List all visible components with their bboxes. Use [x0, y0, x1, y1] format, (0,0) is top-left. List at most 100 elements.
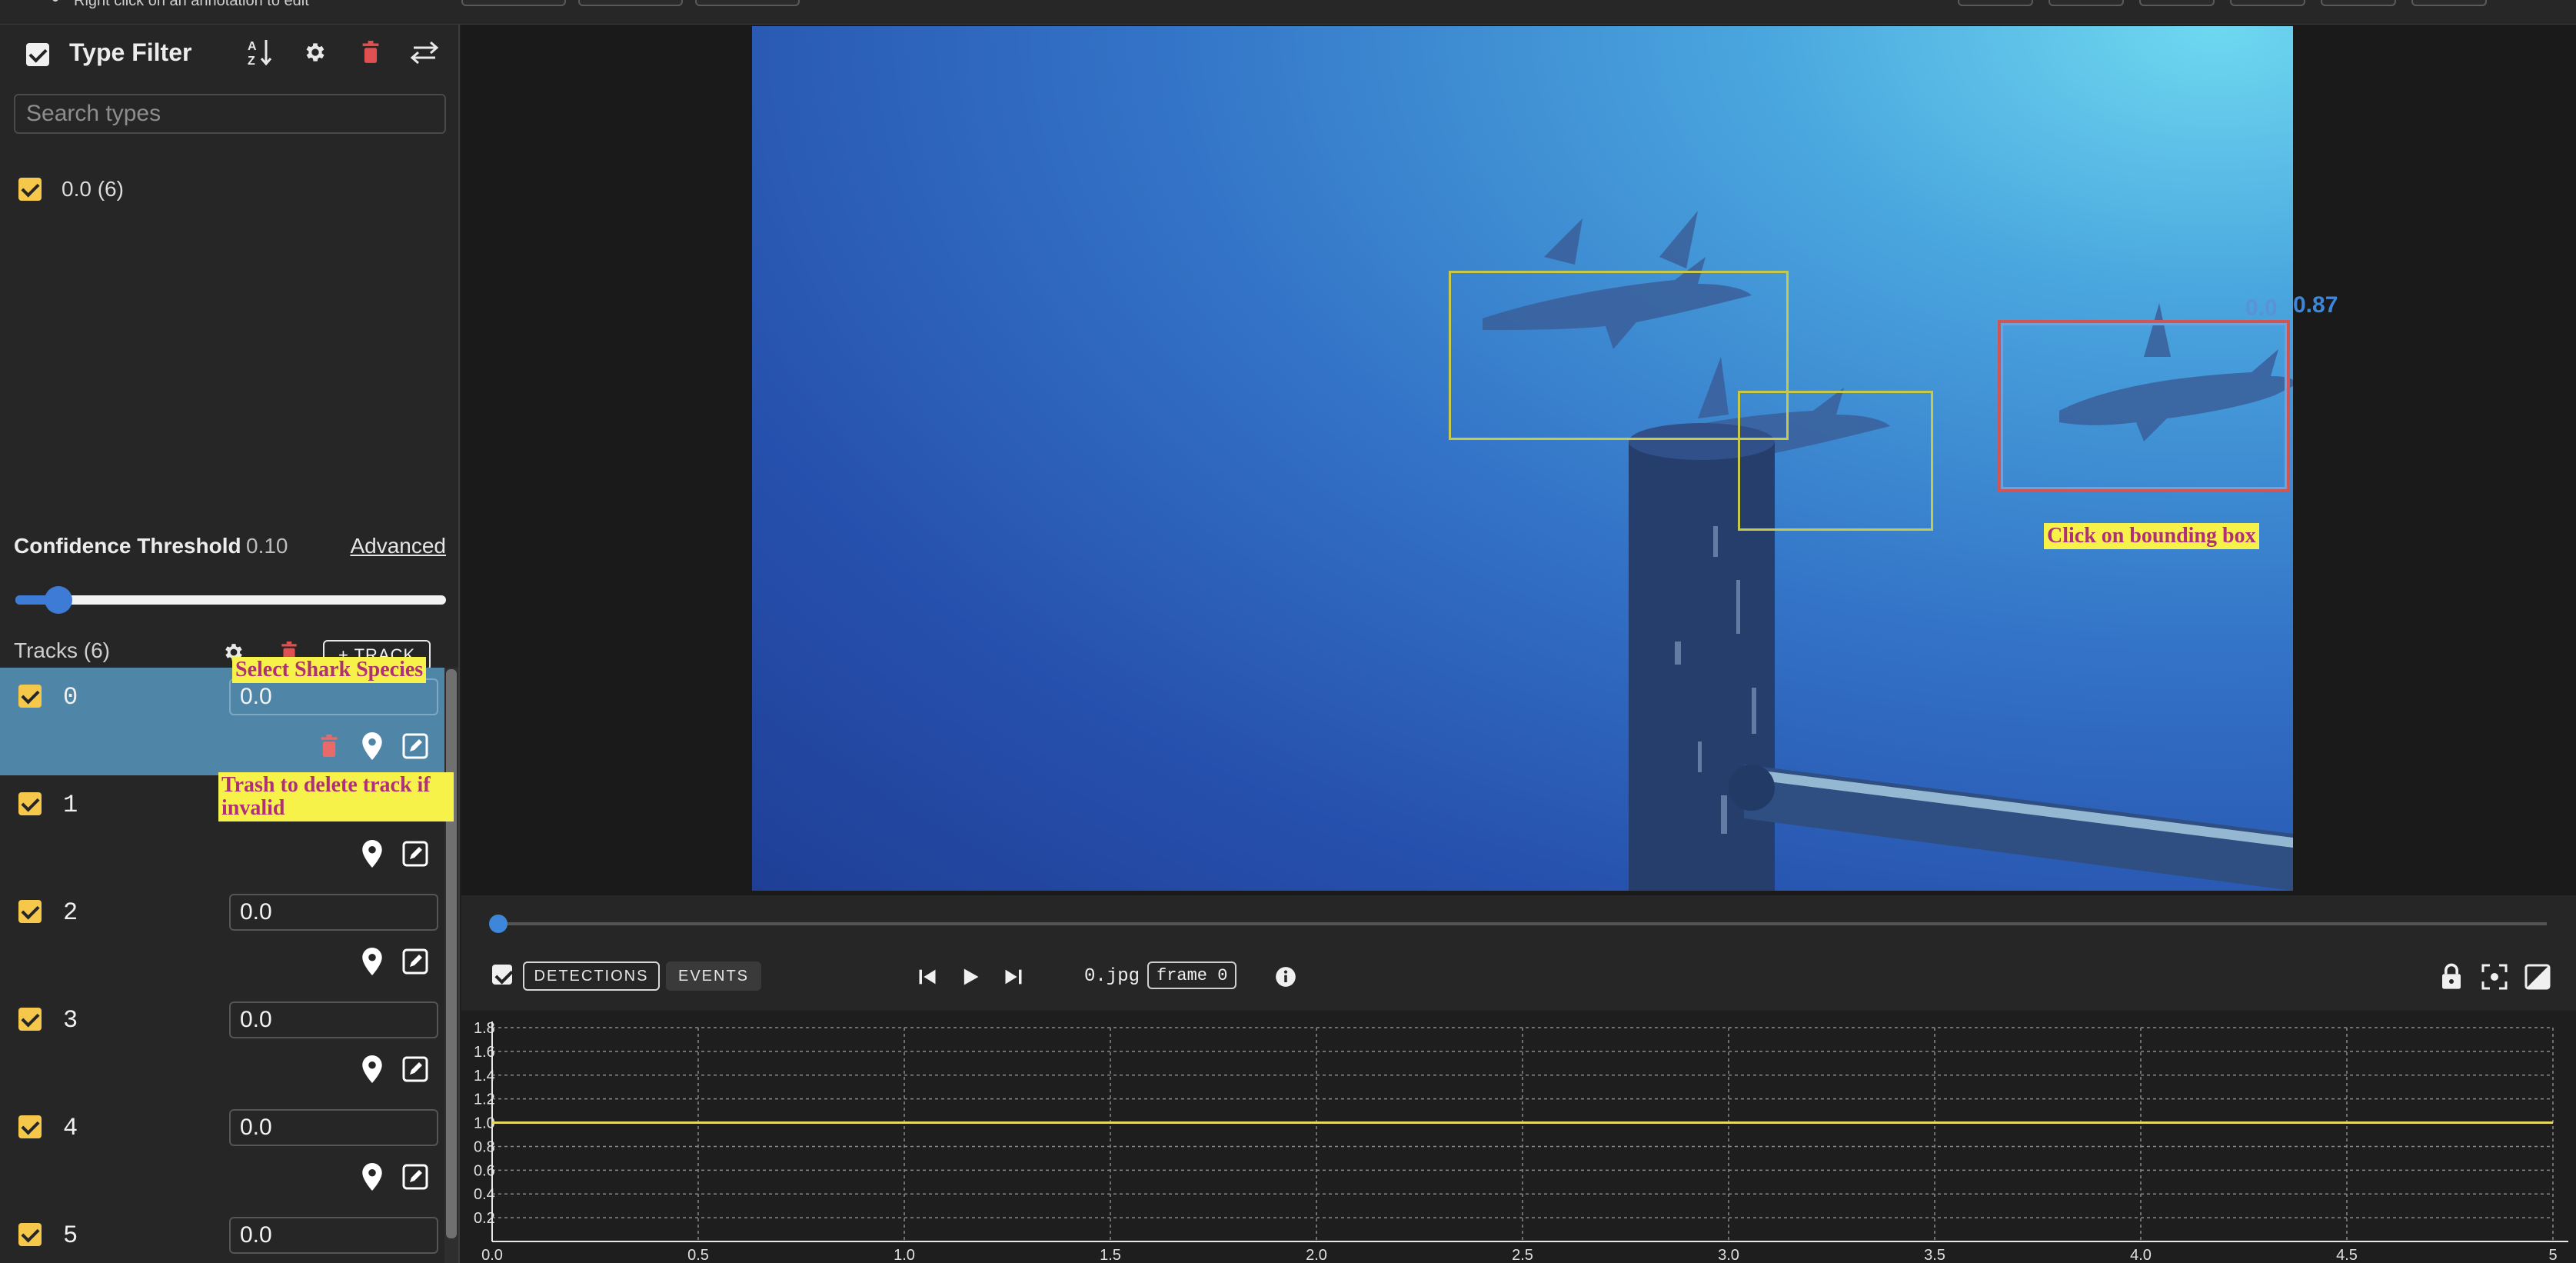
scrollbar-thumb[interactable] [446, 669, 457, 1238]
x-tick-label: 0.5 [687, 1247, 709, 1263]
location-pin-icon[interactable] [355, 945, 389, 978]
chart-svg: 0.20.40.60.81.01.21.41.61.80.0 0.5 1.0 1.5 2… [474, 1020, 2568, 1263]
type-list-item[interactable]: 0.0 (6) [18, 175, 124, 203]
confidence-row: Confidence Threshold 0.10 Advanced [14, 532, 446, 563]
track-checkbox[interactable] [18, 1008, 42, 1031]
edit-hint: Right click on an annotation to edit [74, 0, 309, 9]
tab-events[interactable]: EVENTS [666, 961, 761, 991]
swap-icon[interactable] [408, 35, 441, 69]
edit-icon[interactable] [398, 729, 432, 763]
track-type-input[interactable] [229, 1217, 438, 1254]
edit-icon[interactable] [398, 945, 432, 978]
track-row[interactable]: 5 [0, 1206, 444, 1263]
tracks-title: Tracks (6) [14, 638, 110, 662]
tab-detections[interactable]: DETECTIONS [523, 961, 660, 991]
svg-text:Z: Z [248, 55, 255, 68]
frame-number[interactable]: frame 0 [1147, 961, 1237, 989]
edit-icon[interactable] [398, 1052, 432, 1086]
location-pin-icon[interactable] [355, 1052, 389, 1086]
search-types-input[interactable] [14, 94, 446, 134]
skip-previous-icon[interactable] [912, 961, 943, 992]
type-label: 0.0 (6) [62, 177, 124, 201]
track-id: 3 [63, 1006, 78, 1035]
box-type-label: 0.0 [2245, 295, 2278, 321]
trash-icon[interactable] [312, 729, 346, 763]
trash-callout: Trash to delete track if invalid [218, 772, 454, 821]
slider-thumb[interactable] [45, 586, 72, 614]
type-filter-title: Type Filter [69, 38, 192, 66]
toolbar-button[interactable] [2411, 0, 2487, 6]
svg-text:A: A [248, 40, 257, 53]
track-checkbox[interactable] [18, 900, 42, 923]
x-tick-label: 4.0 [2130, 1247, 2152, 1263]
slider-rail [15, 595, 446, 605]
advanced-link[interactable]: Advanced [350, 534, 446, 558]
toolbar-button[interactable] [461, 0, 566, 6]
toolbar-button[interactable] [2048, 0, 2124, 6]
toolbar-button[interactable] [695, 0, 800, 6]
confidence-slider[interactable] [15, 586, 446, 614]
contrast-icon[interactable] [2521, 960, 2554, 994]
x-tick-label: 3.0 [1718, 1247, 1739, 1263]
toolbar-button[interactable] [2139, 0, 2215, 6]
timeline-thumb[interactable] [489, 915, 508, 933]
x-tick-label: 2.0 [1306, 1247, 1327, 1263]
location-pin-icon[interactable] [355, 837, 389, 871]
location-pin-icon[interactable] [355, 1160, 389, 1194]
track-id: 0 [63, 683, 78, 711]
edit-icon[interactable] [398, 1160, 432, 1194]
lock-icon[interactable] [2435, 960, 2468, 994]
type-filter-all-checkbox[interactable] [26, 43, 49, 66]
type-filter-header: Type Filter AZ [0, 25, 458, 80]
gear-icon[interactable] [298, 35, 332, 69]
detections-toggle[interactable] [492, 965, 512, 988]
sort-alpha-icon[interactable]: AZ [243, 35, 277, 69]
track-id: 4 [63, 1114, 78, 1142]
play-icon[interactable] [955, 961, 986, 992]
track-row[interactable]: 3 [0, 991, 444, 1098]
bullet-icon [52, 0, 58, 2]
track-type-input[interactable] [229, 1001, 438, 1038]
track-row[interactable]: 4 [0, 1098, 444, 1206]
confidence-label: Confidence Threshold [14, 534, 241, 558]
track-type-input[interactable] [229, 1109, 438, 1146]
top-toolbar: Right click on an annotation to edit [0, 0, 2576, 25]
detections-chart[interactable]: 0.2 0.4 0.6 0.8 1.0 1.2 1.4 1.6 1.8 0.0 0.5 1.0 1.5 2… [461, 1011, 2576, 1263]
toolbar-button[interactable] [2230, 0, 2305, 6]
x-tick-label: 4.5 [2336, 1247, 2358, 1263]
toolbar-button[interactable] [2321, 0, 2396, 6]
track-checkbox[interactable] [18, 685, 42, 708]
x-tick-label: 1.0 [894, 1247, 915, 1263]
track-type-input[interactable] [229, 894, 438, 931]
toolbar-button[interactable] [1958, 0, 2033, 6]
location-pin-icon[interactable] [355, 729, 389, 763]
species-callout: Select Shark Species [232, 657, 427, 683]
track-type-input[interactable] [229, 678, 438, 715]
info-icon[interactable] [1269, 960, 1303, 994]
left-panel: Type Filter AZ 0.0 (6) Confidence Thresh… [0, 25, 460, 1263]
track-row[interactable]: 2 [0, 883, 444, 991]
skip-next-icon[interactable] [998, 961, 1029, 992]
toolbar-button[interactable] [578, 0, 683, 6]
type-checkbox[interactable] [18, 178, 42, 201]
playback-controls: DETECTIONS EVENTS 0.jpg frame 0 [461, 895, 2576, 1011]
track-checkbox[interactable] [18, 792, 42, 815]
file-name: 0.jpg [1084, 966, 1140, 987]
video-frame[interactable]: 0.0 Click on bounding box [752, 26, 2293, 891]
track-checkbox[interactable] [18, 1115, 42, 1138]
track-checkbox[interactable] [18, 1223, 42, 1246]
bbox-callout: Click on bounding box [2044, 523, 2259, 549]
track-row[interactable]: 0 [0, 668, 444, 775]
trash-icon[interactable] [354, 35, 388, 69]
track-id: 1 [63, 791, 78, 819]
annotation-viewer[interactable]: 0.0 Click on bounding box 0.87 [461, 25, 2576, 895]
x-tick-label: 5 [2548, 1247, 2557, 1263]
fit-to-screen-icon[interactable] [2478, 960, 2511, 994]
edit-icon[interactable] [398, 837, 432, 871]
bounding-box[interactable] [1738, 391, 1933, 531]
selected-bounding-box[interactable] [1998, 320, 2290, 492]
track-list-scrollbar[interactable] [444, 668, 458, 1263]
timeline-rail[interactable] [492, 922, 2547, 925]
confidence-value: 0.10 [246, 534, 288, 558]
app-root: { "topbar": { "hint": "Right click on an… [0, 0, 2576, 1263]
